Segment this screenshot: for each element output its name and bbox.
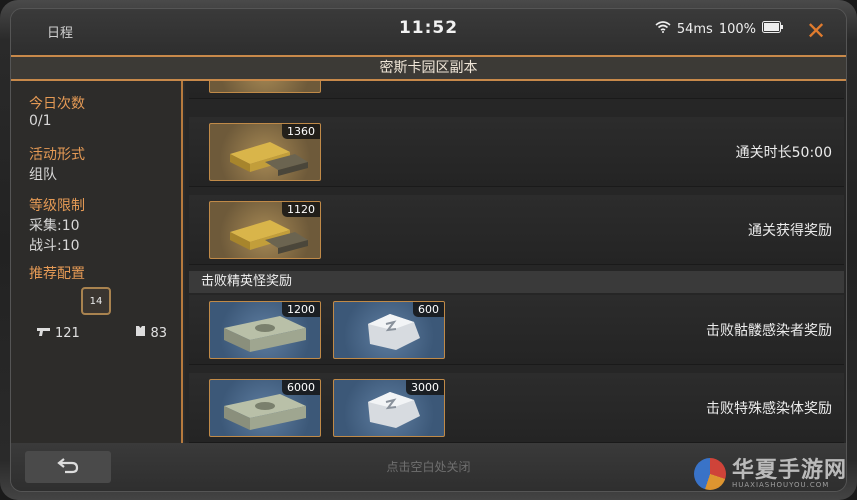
close-button[interactable]: ✕ [802, 17, 830, 45]
combat-level: 战斗:10 [29, 238, 80, 254]
reward-list[interactable]: 1360 通关时长50:00 1120 通关获得奖励 击败精英怪奖励 1200 … [185, 81, 846, 443]
gold-bars-item[interactable]: 1360 [209, 123, 321, 181]
defense-value: 83 [150, 325, 167, 341]
watermark-cn: 华夏手游网 [731, 457, 847, 483]
daily-count-label: 今日次数 [29, 96, 85, 112]
battery-text: 100% [718, 21, 756, 37]
reward-description: 通关获得奖励 [748, 223, 832, 239]
gold-bars-item[interactable] [209, 81, 321, 93]
status-bar: 日程 11:52 54ms 100% ✕ [11, 9, 846, 55]
daily-count-value: 0/1 [29, 113, 52, 129]
latency-text: 54ms [676, 21, 713, 37]
reward-description: 击败特殊感染体奖励 [706, 401, 832, 417]
screen: 日程 11:52 54ms 100% ✕ 密斯卡园区副本 今日次数 0/1 活动… [10, 8, 847, 492]
gather-level: 采集:10 [29, 218, 80, 234]
recommended-level: 14 [89, 295, 103, 307]
recommended-level-badge: 14 [81, 287, 111, 315]
activity-type-block: 活动形式 组队 [29, 144, 85, 184]
list-item: 1120 通关获得奖励 [189, 195, 844, 265]
silver-ore-item[interactable]: 3000 [333, 379, 445, 437]
cash-stack-item[interactable]: 1200 [209, 301, 321, 359]
item-count: 600 [413, 302, 444, 317]
recommended-stats: 121 83 [37, 325, 167, 341]
activity-type-label: 活动形式 [29, 147, 85, 163]
reward-description: 击败骷髅感染者奖励 [706, 323, 832, 339]
silver-ore-item[interactable]: 600 [333, 301, 445, 359]
status-indicators: 54ms 100% [655, 21, 784, 37]
item-count: 6000 [282, 380, 320, 395]
battery-icon [762, 21, 784, 37]
device-frame: 日程 11:52 54ms 100% ✕ 密斯卡园区副本 今日次数 0/1 活动… [0, 0, 857, 500]
activity-type-value: 组队 [29, 167, 57, 183]
watermark-en: HUAXIASHOUYOU.COM [731, 480, 830, 489]
item-count: 1200 [282, 302, 320, 317]
watermark: 华夏手游网 HUAXIASHOUYOU.COM [693, 457, 847, 490]
recommended-block: 推荐配置 [29, 263, 85, 283]
gold-bars-item[interactable]: 1120 [209, 201, 321, 259]
watermark-logo-icon [693, 458, 726, 490]
attack-stat: 121 [37, 325, 80, 341]
wifi-icon [655, 21, 671, 37]
item-count: 3000 [406, 380, 444, 395]
list-item: 1360 通关时长50:00 [189, 117, 844, 187]
item-count: 1120 [282, 202, 320, 217]
level-limit-label: 等级限制 [29, 198, 85, 214]
watermark-text: 华夏手游网 HUAXIASHOUYOU.COM [731, 457, 847, 489]
item-count: 1360 [282, 124, 320, 139]
armor-icon [135, 325, 146, 341]
elite-section-header: 击败精英怪奖励 [189, 271, 844, 293]
cash-stack-item[interactable]: 6000 [209, 379, 321, 437]
list-item: 6000 3000 击败特殊感染体奖励 [189, 373, 844, 443]
page-title: 密斯卡园区副本 [11, 55, 846, 81]
level-limit-block: 等级限制 采集:10 战斗:10 [29, 195, 85, 255]
list-item: 1200 600 击败骷髅感染者奖励 [189, 295, 844, 365]
defense-stat: 83 [135, 325, 167, 341]
recommended-label: 推荐配置 [29, 266, 85, 282]
info-panel: 今日次数 0/1 活动形式 组队 等级限制 采集:10 战斗:10 推荐配置 1… [11, 81, 183, 443]
list-item [189, 81, 844, 99]
gun-icon [37, 326, 51, 341]
reward-description: 通关时长50:00 [735, 145, 832, 161]
attack-value: 121 [55, 325, 80, 341]
close-icon: ✕ [805, 17, 827, 45]
daily-count-block: 今日次数 0/1 [29, 93, 85, 129]
